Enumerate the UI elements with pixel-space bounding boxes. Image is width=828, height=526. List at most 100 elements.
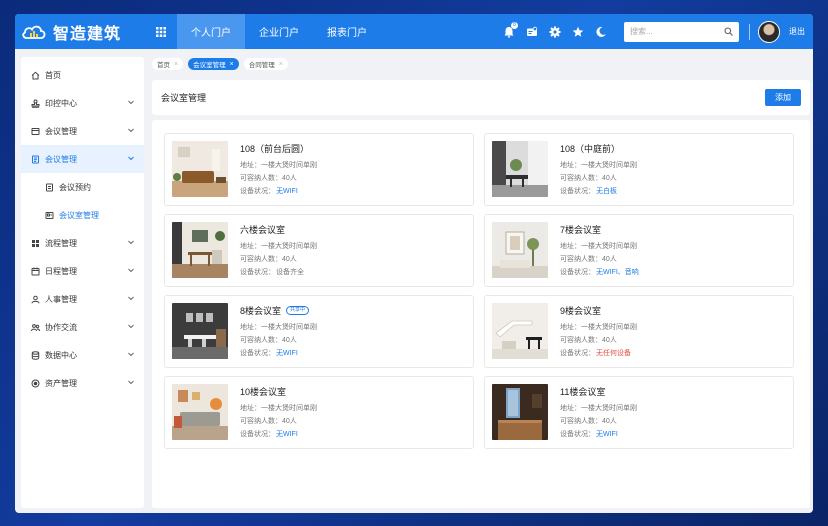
search-icon[interactable] — [724, 27, 733, 36]
equipment-status: 无WIFI — [276, 188, 298, 195]
room-capacity: 可容纳人数：40人 — [560, 256, 617, 263]
chevron-down-icon — [128, 128, 134, 133]
close-icon[interactable]: × — [230, 61, 234, 68]
room-title: 9楼会议室 — [560, 306, 602, 316]
equipment-label: 设备状况： — [560, 431, 595, 438]
sidebar-item-home[interactable]: 首页 — [21, 61, 144, 89]
room-address: 地址：一楼大煲时间单刚 — [560, 243, 637, 250]
top-nav: 个人门户 企业门户 报表门户 — [177, 14, 381, 49]
room-equipment: 设备状况：设备齐全 — [240, 267, 304, 277]
equipment-label: 设备状况： — [240, 431, 275, 438]
logout-link[interactable]: 退出 — [789, 26, 805, 37]
sidebar-item-label: 数据中心 — [45, 350, 77, 360]
room-photo — [492, 303, 548, 359]
equipment-label: 设备状况： — [560, 350, 595, 357]
chevron-down-icon — [128, 380, 134, 385]
calendar-icon — [44, 182, 54, 192]
room-capacity: 可容纳人数：40人 — [240, 175, 297, 182]
room-address: 地址：一楼大煲时间单刚 — [240, 243, 317, 250]
sidebar-item-meeting-booking[interactable]: 会议预约 — [21, 173, 144, 201]
room-card[interactable]: 六楼会议室 地址：一楼大煲时间单刚 可容纳人数：40人 设备状况：设备齐全 — [164, 214, 474, 287]
moon-icon[interactable] — [590, 21, 612, 43]
search-box[interactable] — [624, 21, 739, 42]
gear-icon[interactable] — [544, 21, 566, 43]
notification-badge: 8 — [511, 21, 518, 29]
user-avatar[interactable] — [758, 20, 780, 43]
room-card[interactable]: 10楼会议室 地址：一楼大煲时间单刚 可容纳人数：40人 设备状况：无WIFI — [164, 376, 474, 449]
room-equipment: 设备状况：无WIFI — [240, 186, 298, 196]
chevron-down-icon — [128, 296, 134, 301]
room-card[interactable]: 108（中庭前） 地址：一楼大煲时间单刚 可容纳人数：40人 设备状况：无白板 — [484, 133, 794, 206]
equipment-status: 设备齐全 — [276, 269, 304, 276]
star-icon[interactable] — [567, 21, 589, 43]
room-title: 8楼会议室 — [240, 306, 282, 316]
room-name: 108（前台后圆） — [240, 142, 309, 155]
sidebar-item-label: 会议室管理 — [59, 210, 99, 220]
sidebar-item-room-management[interactable]: 会议室管理 — [21, 201, 144, 229]
bell-icon[interactable]: 8 — [498, 21, 520, 43]
room-card[interactable]: 8楼会议室 共享中 地址：一楼大煲时间单刚 可容纳人数：40人 设备状况：无WIF… — [164, 295, 474, 368]
close-icon[interactable]: × — [174, 61, 178, 68]
room-card[interactable]: 9楼会议室 地址：一楼大煲时间单刚 可容纳人数：40人 设备状况：无任何设备 — [484, 295, 794, 368]
chevron-down-icon — [128, 324, 134, 329]
sidebar-item-workflow[interactable]: 流程管理 — [21, 229, 144, 257]
room-photo — [172, 303, 228, 359]
asset-icon — [30, 378, 40, 388]
app-window: 智造建筑 个人门户 企业门户 报表门户 8 搜索... 退出 首页 印控中心 会… — [15, 14, 813, 513]
room-card[interactable]: 11楼会议室 地址：一楼大煲时间单刚 可容纳人数：40人 设备状况：无WIFI — [484, 376, 794, 449]
equipment-label: 设备状况： — [240, 188, 275, 195]
topnav-report-portal[interactable]: 报表门户 — [313, 14, 381, 49]
search-input[interactable] — [630, 27, 720, 36]
data-icon — [30, 350, 40, 360]
apps-grid-icon[interactable] — [145, 14, 177, 49]
room-capacity: 可容纳人数：40人 — [240, 337, 297, 344]
app-logo[interactable]: 智造建筑 — [15, 14, 145, 49]
sidebar-item-collaboration[interactable]: 协作交流 — [21, 313, 144, 341]
tab-room-management[interactable]: 会议室管理 × — [188, 58, 239, 70]
room-address: 地址：一楼大煲时间单刚 — [560, 162, 637, 169]
message-card-icon[interactable] — [521, 21, 543, 43]
room-photo — [492, 222, 548, 278]
room-name: 108（中庭前） — [560, 142, 620, 155]
topnav-personal-portal[interactable]: 个人门户 — [177, 14, 245, 49]
topnav-enterprise-portal[interactable]: 企业门户 — [245, 14, 313, 49]
sidebar-item-hr[interactable]: 人事管理 — [21, 285, 144, 313]
room-capacity: 可容纳人数：40人 — [560, 418, 617, 425]
room-name: 9楼会议室 — [560, 304, 601, 317]
chevron-up-icon — [128, 156, 134, 161]
sidebar-item-data-center[interactable]: 数据中心 — [21, 341, 144, 369]
sidebar-item-meeting-2[interactable]: 会议管理 — [21, 145, 144, 173]
tab-home[interactable]: 首页 × — [152, 58, 184, 70]
equipment-status: 无WIFI、音响 — [596, 269, 639, 276]
room-photo — [172, 141, 228, 197]
equipment-label: 设备状况： — [560, 269, 595, 276]
home-icon — [30, 70, 40, 80]
divider — [749, 23, 750, 40]
sidebar-item-schedule[interactable]: 日程管理 — [21, 257, 144, 285]
room-card[interactable]: 108（前台后圆） 地址：一楼大煲时间单刚 可容纳人数：40人 设备状况：无WI… — [164, 133, 474, 206]
room-equipment: 设备状况：无白板 — [560, 186, 617, 196]
sidebar-item-meeting-1[interactable]: 会议管理 — [21, 117, 144, 145]
sidebar-item-seal-center[interactable]: 印控中心 — [21, 89, 144, 117]
sidebar-item-label: 协作交流 — [45, 322, 77, 332]
room-address: 地址：一楼大煲时间单刚 — [560, 324, 637, 331]
meeting-icon — [30, 154, 40, 164]
room-address: 地址：一楼大煲时间单刚 — [240, 324, 317, 331]
room-photo — [492, 384, 548, 440]
open-tabs-bar: 首页 × 会议室管理 × 合同管理 × — [152, 57, 293, 71]
room-address: 地址：一楼大煲时间单刚 — [240, 162, 317, 169]
room-title: 10楼会议室 — [240, 387, 287, 397]
room-equipment: 设备状况：无WIFI — [240, 429, 298, 439]
tab-label: 首页 — [157, 62, 170, 69]
room-card[interactable]: 7楼会议室 地址：一楼大煲时间单刚 可容纳人数：40人 设备状况：无WIFI、音… — [484, 214, 794, 287]
sidebar-item-label: 流程管理 — [45, 238, 77, 248]
room-address: 地址：一楼大煲时间单刚 — [560, 405, 637, 412]
close-icon[interactable]: × — [279, 61, 283, 68]
tab-contract-management[interactable]: 合同管理 × — [243, 58, 288, 70]
equipment-label: 设备状况： — [240, 269, 275, 276]
sidebar-item-assets[interactable]: 资产管理 — [21, 369, 144, 397]
sidebar-item-label: 首页 — [45, 70, 61, 80]
equipment-status: 无WIFI — [596, 431, 618, 438]
add-button[interactable]: 添加 — [765, 89, 801, 106]
room-title: 108（中庭前） — [560, 144, 621, 154]
